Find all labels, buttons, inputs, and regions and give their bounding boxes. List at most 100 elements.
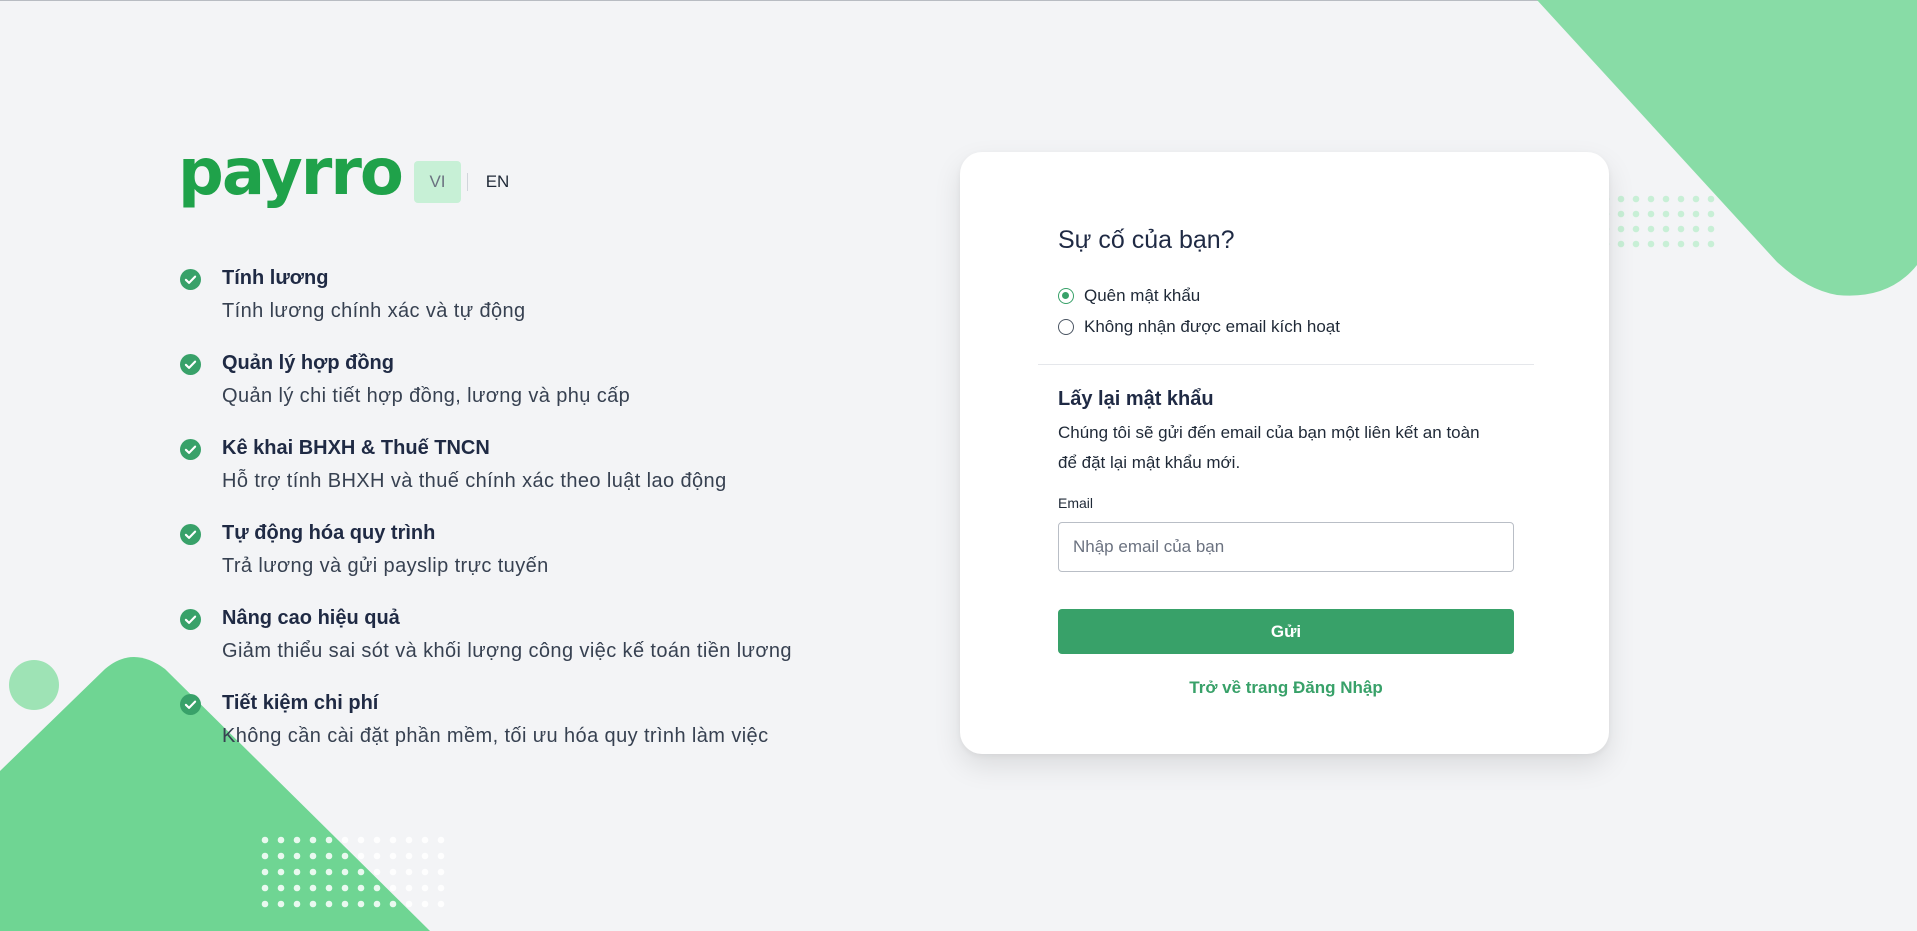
decor-dot [421, 852, 429, 860]
decor-dot [309, 852, 317, 860]
email-field[interactable] [1058, 522, 1514, 572]
decor-dot [389, 884, 397, 892]
decor-dot [341, 868, 349, 876]
decor-dot [357, 836, 365, 844]
decor-dot [373, 852, 381, 860]
decor-dot [1632, 210, 1640, 218]
reset-password-card: Sự cố của bạn? Quên mật khẩu Không nhận … [960, 152, 1609, 754]
feature-item: Tự động hóa quy trình Trả lương và gửi p… [180, 519, 880, 604]
feature-title: Quản lý hợp đồng [222, 352, 394, 374]
decor-dot [373, 868, 381, 876]
decor-dot [437, 884, 445, 892]
decor-dot [421, 900, 429, 908]
decor-dot [1647, 225, 1655, 233]
decor-dot [1632, 240, 1640, 248]
feature-title: Nâng cao hiệu quả [222, 607, 400, 629]
decor-dot [293, 852, 301, 860]
decor-dot [341, 900, 349, 908]
check-circle-icon [180, 354, 201, 375]
decor-dot [405, 852, 413, 860]
decor-dot [261, 852, 269, 860]
decor-dot [325, 884, 333, 892]
decor-dot [437, 868, 445, 876]
decor-dot [1692, 210, 1700, 218]
decor-dot [1617, 225, 1625, 233]
feature-title: Tự động hóa quy trình [222, 522, 436, 544]
decor-dot [421, 836, 429, 844]
radio-forgot-password[interactable]: Quên mật khẩu [1058, 286, 1200, 306]
decor-dot [1632, 225, 1640, 233]
feature-description: Hỗ trợ tính BHXH và thuế chính xác theo … [222, 470, 727, 492]
decor-dot [341, 836, 349, 844]
decor-dot [373, 900, 381, 908]
decor-dot [389, 836, 397, 844]
decor-dot [325, 900, 333, 908]
check-circle-icon [180, 694, 201, 715]
feature-title: Kê khai BHXH & Thuế TNCN [222, 437, 490, 459]
lang-en-button[interactable]: EN [474, 161, 521, 203]
payrro-logo: payrro [178, 136, 404, 210]
email-label: Email [1058, 495, 1094, 511]
radio-no-activation-email[interactable]: Không nhận được email kích hoạt [1058, 317, 1340, 337]
decor-dot [389, 900, 397, 908]
feature-item: Kê khai BHXH & Thuế TNCN Hỗ trợ tính BHX… [180, 434, 880, 519]
check-circle-icon [180, 609, 201, 630]
decor-dot [293, 836, 301, 844]
decor-dot [277, 852, 285, 860]
decor-dot [309, 900, 317, 908]
back-to-login-link[interactable]: Trở về trang Đăng Nhập [1058, 678, 1514, 698]
feature-item: Nâng cao hiệu quả Giảm thiểu sai sót và … [180, 604, 880, 689]
decor-dot [357, 884, 365, 892]
section-title: Lấy lại mật khẩu [1058, 388, 1214, 410]
card-title: Sự cố của bạn? [1058, 226, 1235, 254]
decor-dot [261, 884, 269, 892]
decor-dot [405, 868, 413, 876]
section-description: Chúng tôi sẽ gửi đến email của bạn một l… [1058, 423, 1480, 472]
brand: payrro [178, 136, 404, 210]
decor-dot [389, 868, 397, 876]
radio-button[interactable] [1058, 319, 1074, 335]
decor-dot [421, 884, 429, 892]
feature-description: Trả lương và gửi payslip trực tuyến [222, 555, 549, 577]
decor-dot [309, 836, 317, 844]
check-circle-icon [180, 524, 201, 545]
decor-dot [357, 852, 365, 860]
feature-description: Giảm thiểu sai sót và khối lượng công vi… [222, 640, 792, 662]
decor-dot [421, 868, 429, 876]
decor-dot [405, 884, 413, 892]
decor-dot [1707, 195, 1715, 203]
decor-dot [1677, 225, 1685, 233]
decor-dot [277, 900, 285, 908]
decor-dot [373, 884, 381, 892]
decor-dot [325, 868, 333, 876]
language-switcher: VI EN [414, 161, 521, 203]
decor-dot [405, 836, 413, 844]
decor-dot [1647, 240, 1655, 248]
decor-dot [1662, 210, 1670, 218]
lang-vi-button[interactable]: VI [414, 161, 461, 203]
feature-item: Tính lương Tính lương chính xác và tự độ… [180, 264, 880, 349]
decor-dot [277, 868, 285, 876]
feature-title: Tiết kiệm chi phí [222, 692, 379, 714]
decor-dot [1662, 225, 1670, 233]
check-circle-icon [180, 439, 201, 460]
decor-dot [277, 836, 285, 844]
decor-dot [293, 868, 301, 876]
decor-dot [1707, 210, 1715, 218]
submit-button[interactable]: Gửi [1058, 609, 1514, 654]
radio-button-selected[interactable] [1058, 288, 1074, 304]
decor-dot [1692, 240, 1700, 248]
decor-dot [437, 836, 445, 844]
feature-description: Quản lý chi tiết hợp đồng, lương và phụ … [222, 385, 631, 407]
decor-dot [405, 900, 413, 908]
lang-divider [467, 173, 468, 191]
decor-dot [325, 836, 333, 844]
decor-circle [9, 660, 59, 710]
decor-dot [341, 884, 349, 892]
radio-label: Không nhận được email kích hoạt [1084, 317, 1340, 336]
decor-dot [261, 900, 269, 908]
decor-dot [1692, 225, 1700, 233]
decor-dot [293, 900, 301, 908]
feature-item: Quản lý hợp đồng Quản lý chi tiết hợp đồ… [180, 349, 880, 434]
decor-dot [1617, 210, 1625, 218]
